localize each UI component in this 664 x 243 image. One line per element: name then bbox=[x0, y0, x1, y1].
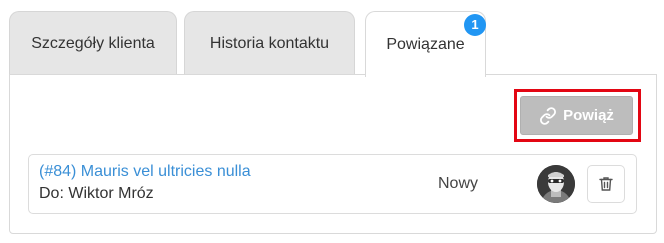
delete-button[interactable] bbox=[587, 165, 625, 203]
link-button[interactable]: Powiąż bbox=[520, 96, 633, 135]
tab-label: Szczegóły klienta bbox=[31, 35, 155, 52]
related-item: (#84) Mauris vel ultricies nulla Do: Wik… bbox=[28, 154, 637, 214]
tab-label: Powiązane bbox=[386, 36, 465, 53]
link-icon bbox=[540, 106, 557, 125]
tab-customer-details[interactable]: Szczegóły klienta bbox=[9, 11, 177, 74]
tab-contact-history[interactable]: Historia kontaktu bbox=[184, 11, 355, 74]
avatar bbox=[537, 165, 575, 203]
trash-icon bbox=[599, 177, 613, 191]
related-item-title[interactable]: (#84) Mauris vel ultricies nulla bbox=[39, 163, 251, 181]
count-badge: 1 bbox=[464, 14, 486, 36]
related-item-assignee: Do: Wiktor Mróz bbox=[39, 185, 154, 202]
avatar-image bbox=[537, 165, 575, 203]
tab-related[interactable]: Powiązane 1 bbox=[365, 11, 486, 77]
tab-bar: Szczegóły klienta Historia kontaktu Powi… bbox=[9, 11, 657, 77]
status-label: Nowy bbox=[438, 175, 479, 192]
link-button-label: Powiąż bbox=[563, 107, 614, 124]
tab-label: Historia kontaktu bbox=[209, 35, 330, 52]
